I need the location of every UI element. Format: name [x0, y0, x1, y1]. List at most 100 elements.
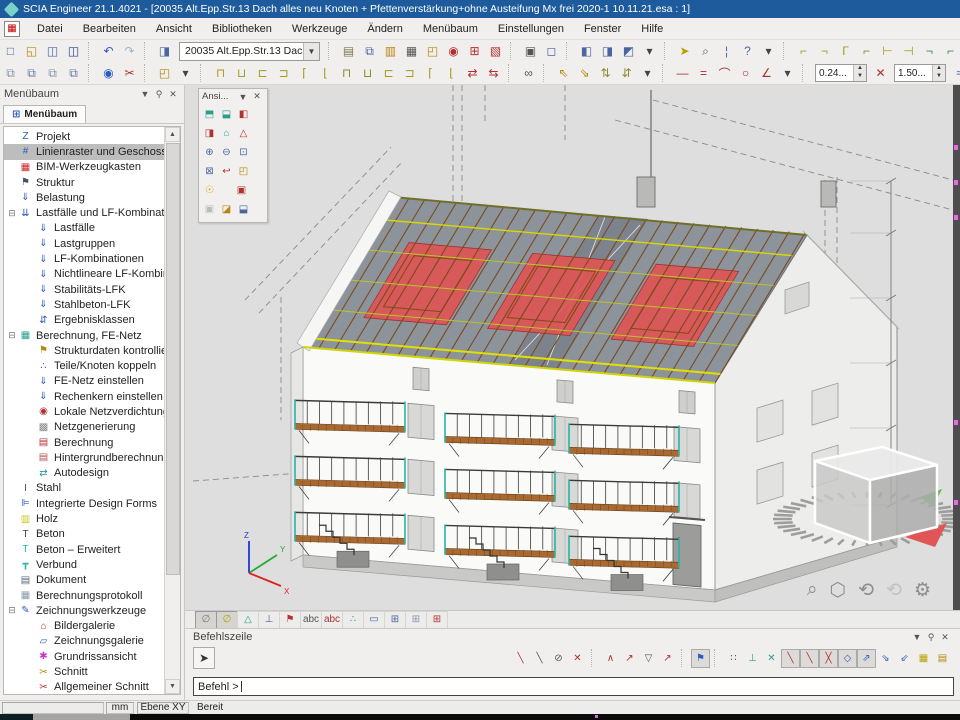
project-combo[interactable]: 20035 Alt.Epp.Str.13 Dach ▼ [179, 42, 320, 61]
close-icon[interactable]: ✕ [250, 91, 264, 102]
activity-button[interactable]: ➤ [674, 41, 695, 61]
window-layout-1[interactable]: ◧ [576, 41, 597, 61]
draw-line-button[interactable]: — [672, 63, 693, 83]
command-input[interactable]: Befehl > [193, 677, 954, 696]
menu-bibliotheken[interactable]: Bibliotheken [203, 20, 281, 38]
tree-item-stahl[interactable]: I Stahl [4, 481, 165, 496]
section-tool-11[interactable]: ⌈ [420, 63, 441, 83]
spinner-arrows[interactable]: ▲▼ [853, 65, 866, 81]
tree-item-holz[interactable]: ▥ Holz [4, 511, 165, 526]
model-tool-5[interactable]: ◰ [422, 41, 443, 61]
paste-tool-2[interactable]: ⧉ [21, 63, 42, 83]
section-tool-12[interactable]: ⌊ [441, 63, 462, 83]
snap-segment[interactable]: ╲ [530, 649, 549, 668]
what-is-button[interactable]: ? [737, 41, 758, 61]
snap-angle[interactable]: ⇙ [895, 649, 914, 668]
tree-item-beton-erweitert[interactable]: T Beton – Erweitert [4, 542, 165, 557]
scroll-down-icon[interactable]: ▼ [165, 679, 180, 694]
move-tool-2[interactable]: ⇘ [574, 63, 595, 83]
print-button[interactable]: ▣ [520, 41, 541, 61]
tree-item-protokoll[interactable]: ▦ Berechnungsprotokoll [4, 588, 165, 603]
close-icon[interactable]: ✕ [166, 89, 180, 100]
view-direction-4[interactable]: ◨ [201, 124, 218, 143]
spinner-arrows[interactable]: ▲▼ [932, 65, 945, 81]
tree-item-lastfaelle[interactable]: ⇓ Lastfälle [4, 221, 165, 236]
flag-labels-toggle[interactable]: ⚑ [279, 611, 300, 629]
snap-tangent[interactable]: ⊘ [549, 649, 568, 668]
view-image-1[interactable]: ▣ [233, 181, 250, 200]
tree-item-berechnung-fenetz[interactable]: ⊟ ▦ Berechnung, FE-Netz [4, 328, 165, 343]
snap-calculator[interactable]: ▦ [914, 649, 933, 668]
axonometric-view[interactable]: ⌂ [218, 124, 235, 143]
move-tool-3[interactable]: ⇅ [595, 63, 616, 83]
zoom-in[interactable]: ⊕ [201, 143, 218, 162]
expander-icon[interactable]: ⊟ [6, 330, 18, 341]
unit-field[interactable]: mm [106, 702, 134, 714]
redo-button[interactable]: ↷ [119, 41, 140, 61]
result-table-2-toggle[interactable]: ⊞ [405, 611, 426, 629]
tree-item-bildergalerie[interactable]: ⌂ Bildergalerie [4, 619, 165, 634]
send-to-button[interactable]: ◰ [154, 63, 175, 83]
tree-item-stabilitaets-lfk[interactable]: ⇓ Stabilitäts-LFK [4, 282, 165, 297]
menu-aendern[interactable]: Ändern [358, 20, 411, 38]
gear-icon[interactable]: ⚙ [914, 579, 931, 602]
snap-rotate-2[interactable]: ⇘ [876, 649, 895, 668]
snap-intersection[interactable]: ✕ [762, 649, 781, 668]
tree-item-hintergrund[interactable]: ▤ Hintergrundberechnung [4, 450, 165, 465]
result-table-3-toggle[interactable]: ⊞ [426, 611, 448, 629]
move-tool-4[interactable]: ⇵ [616, 63, 637, 83]
cut-button[interactable]: ✂ [119, 63, 140, 83]
save-button[interactable]: ◫ [63, 41, 84, 61]
model-tool-8[interactable]: ▧ [485, 41, 506, 61]
chevron-down-icon[interactable]: ▼ [303, 43, 319, 60]
menu-hilfe[interactable]: Hilfe [632, 20, 672, 38]
cursor-mode-button[interactable]: ➤ [193, 647, 215, 669]
section-tool-8[interactable]: ⊔ [357, 63, 378, 83]
model-tool-2[interactable]: ⧉ [359, 41, 380, 61]
rendered-toggle[interactable]: ∅ [216, 611, 237, 629]
tree-item-rechenkern[interactable]: ⇓ Rechenkern einstellen [4, 389, 165, 404]
rotate-view-icon[interactable]: ⟲ [858, 579, 874, 602]
display-scale-spinner[interactable]: 1.50... ▲▼ [894, 64, 946, 82]
section-tool-10[interactable]: ⊐ [399, 63, 420, 83]
binocular-button[interactable]: ∞ [518, 63, 539, 83]
snap-rotate-1[interactable]: ⇗ [857, 649, 876, 668]
menu-datei[interactable]: Datei [28, 20, 72, 38]
chevron-down-icon[interactable]: ▼ [910, 632, 924, 642]
menu-ansicht[interactable]: Ansicht [147, 20, 201, 38]
snap-plane[interactable]: ▽ [639, 649, 658, 668]
chevron-down-icon[interactable]: ▼ [138, 89, 152, 99]
cube-view-icon[interactable]: ⬡ [830, 579, 847, 602]
model-tool-7[interactable]: ⊞ [464, 41, 485, 61]
window-layout-dropdown[interactable]: ▾ [639, 41, 660, 61]
snap-midpoint[interactable]: ╲ [781, 649, 800, 668]
zoom-window[interactable]: ⊡ [235, 143, 252, 162]
snap-table[interactable]: ▤ [933, 649, 952, 668]
tree-item-verbund[interactable]: ┳ Verbund [4, 557, 165, 572]
section-tool-1[interactable]: ⊓ [210, 63, 231, 83]
deform-scale-button[interactable]: ≈ [949, 63, 960, 83]
snap-grid[interactable]: ∷ [724, 649, 743, 668]
project-window-button[interactable]: ◨ [154, 41, 175, 61]
model-tool-3[interactable]: ▥ [380, 41, 401, 61]
view-direction-2[interactable]: ⬓ [218, 105, 235, 124]
selection-info-button[interactable]: ¦ [716, 41, 737, 61]
undo-button[interactable]: ↶ [98, 41, 119, 61]
draw-circle-button[interactable]: ○ [735, 63, 756, 83]
tree-item-ergebnisklassen[interactable]: ⇵ Ergebnisklassen [4, 313, 165, 328]
support-tool-5[interactable]: ⊢ [877, 41, 898, 61]
tree-item-lf-kombinationen[interactable]: ⇓ LF-Kombinationen [4, 251, 165, 266]
menu-werkzeuge[interactable]: Werkzeuge [283, 20, 356, 38]
zoom-previous[interactable]: ↩ [218, 162, 235, 181]
support-tool-3[interactable]: Γ [835, 41, 856, 61]
window-layout-3[interactable]: ◩ [618, 41, 639, 61]
section-tool-6[interactable]: ⌊ [315, 63, 336, 83]
clipping-box[interactable]: ◪ [218, 200, 235, 219]
palette-header[interactable]: Ansi... ▼ ✕ [199, 89, 267, 104]
support-tool-7[interactable]: ¬ [919, 41, 940, 61]
paste-tool-1[interactable]: ⧉ [0, 63, 21, 83]
supports-toggle[interactable]: △ [237, 611, 258, 629]
tree-item-stahlbeton-lfk[interactable]: ⇓ Stahlbeton-LFK [4, 297, 165, 312]
tree-item-belastung[interactable]: ⇓ Belastung [4, 190, 165, 205]
tree-item-struktur[interactable]: ⚑ Struktur [4, 175, 165, 190]
